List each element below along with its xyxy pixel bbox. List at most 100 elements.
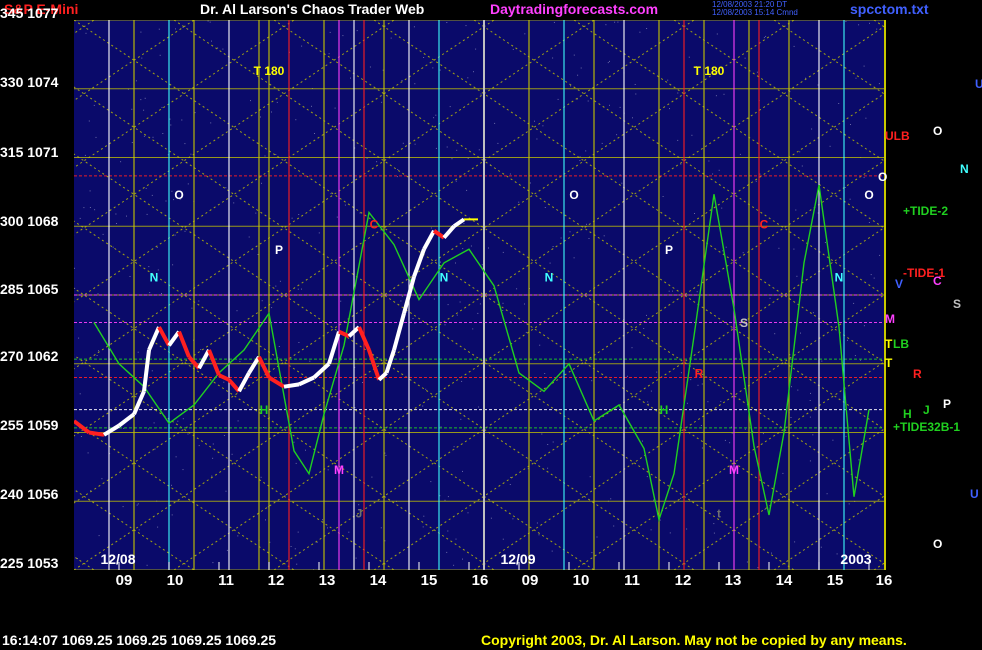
background-speckle	[447, 496, 449, 498]
background-speckle	[653, 499, 655, 501]
background-speckle	[87, 452, 89, 454]
background-speckle	[161, 106, 163, 108]
background-speckle	[873, 277, 875, 279]
background-speckle	[650, 529, 652, 531]
background-speckle	[809, 400, 811, 401]
background-speckle	[697, 384, 699, 386]
y-right-label: 1074	[27, 74, 59, 90]
y-axis-label-row: 270 1062	[0, 348, 72, 364]
background-speckle	[371, 476, 373, 478]
background-speckle	[237, 420, 239, 422]
background-speckle	[461, 380, 463, 382]
y-axis-label-row: 330 1074	[0, 74, 72, 90]
background-speckle	[617, 21, 619, 23]
x-tick-label: 12	[267, 572, 285, 589]
x-tick-label: 13	[724, 572, 742, 589]
background-speckle	[778, 247, 780, 249]
background-speckle	[552, 246, 554, 247]
side-label: M	[885, 312, 895, 326]
background-speckle	[115, 213, 117, 215]
x-tick-label: 13	[318, 572, 336, 589]
background-speckle	[824, 242, 826, 243]
background-speckle	[688, 56, 690, 58]
background-speckle	[129, 276, 131, 277]
background-speckle	[447, 530, 449, 532]
background-speckle	[412, 318, 414, 319]
y-left-label: 240	[0, 486, 24, 502]
background-speckle	[551, 550, 553, 552]
background-speckle	[423, 515, 425, 517]
background-speckle	[477, 312, 479, 314]
background-speckle	[516, 288, 518, 290]
background-speckle	[690, 379, 692, 381]
background-speckle	[294, 548, 296, 550]
y-axis-label-row: 345 1077	[0, 5, 72, 21]
background-speckle	[609, 104, 610, 106]
x-tick-label: 10	[166, 572, 184, 589]
background-speckle	[141, 57, 143, 59]
background-speckle	[621, 182, 623, 184]
background-speckle	[764, 508, 766, 510]
background-speckle	[297, 531, 299, 533]
background-speckle	[718, 169, 720, 171]
background-speckle	[305, 449, 306, 451]
y-axis-label-row: 255 1059	[0, 417, 72, 433]
background-speckle	[248, 236, 250, 238]
background-speckle	[322, 519, 323, 521]
background-speckle	[402, 142, 404, 144]
background-speckle	[712, 173, 714, 175]
chart-window: { "header": { "symbol": "S&P E-Mini", "a…	[0, 0, 982, 650]
background-speckle	[182, 27, 184, 28]
background-speckle	[739, 153, 741, 155]
background-speckle	[627, 409, 629, 410]
background-speckle	[293, 441, 295, 443]
background-speckle	[849, 198, 851, 200]
chart-plot-area[interactable]: T 180 T 180O O ON N N NP PC CSH HRM MJ t12/08 12/09 2…	[74, 20, 886, 570]
side-label: O	[878, 170, 888, 184]
side-label: C	[933, 274, 942, 288]
background-speckle	[239, 361, 241, 363]
background-speckle	[854, 355, 856, 357]
background-speckle	[810, 392, 811, 394]
background-speckle	[223, 381, 225, 383]
background-speckle	[850, 124, 851, 125]
background-speckle	[447, 304, 449, 306]
background-speckle	[171, 484, 172, 486]
background-speckle	[809, 460, 811, 462]
background-speckle	[829, 145, 831, 147]
background-speckle	[435, 147, 437, 149]
background-speckle	[152, 136, 154, 138]
background-speckle	[397, 169, 399, 170]
background-speckle	[502, 538, 504, 540]
background-speckle	[569, 231, 571, 233]
background-speckle	[380, 527, 382, 529]
background-speckle	[212, 443, 214, 445]
background-speckle	[793, 248, 795, 250]
background-speckle	[832, 439, 834, 441]
background-speckle	[414, 143, 416, 145]
background-speckle	[455, 262, 456, 264]
background-speckle	[536, 522, 538, 524]
background-speckle	[140, 99, 142, 101]
background-speckle	[143, 135, 145, 137]
background-speckle	[309, 360, 311, 362]
background-speckle	[236, 310, 238, 312]
background-speckle	[512, 518, 514, 520]
background-speckle	[223, 435, 225, 436]
background-speckle	[694, 213, 695, 214]
background-speckle	[701, 383, 703, 385]
background-speckle	[217, 47, 219, 49]
background-speckle	[707, 401, 709, 403]
background-speckle	[812, 434, 814, 436]
x-tick-label: 16	[875, 572, 893, 589]
background-speckle	[414, 83, 416, 85]
chart-header-author: Dr. Al Larson's Chaos Trader Web	[200, 1, 425, 17]
background-speckle	[264, 155, 266, 157]
background-speckle	[433, 117, 435, 119]
side-label: T	[885, 356, 893, 370]
background-speckle	[295, 119, 297, 121]
chart-annotation: P	[275, 243, 283, 257]
background-speckle	[276, 101, 278, 103]
background-speckle	[855, 77, 857, 79]
background-speckle	[449, 106, 451, 108]
